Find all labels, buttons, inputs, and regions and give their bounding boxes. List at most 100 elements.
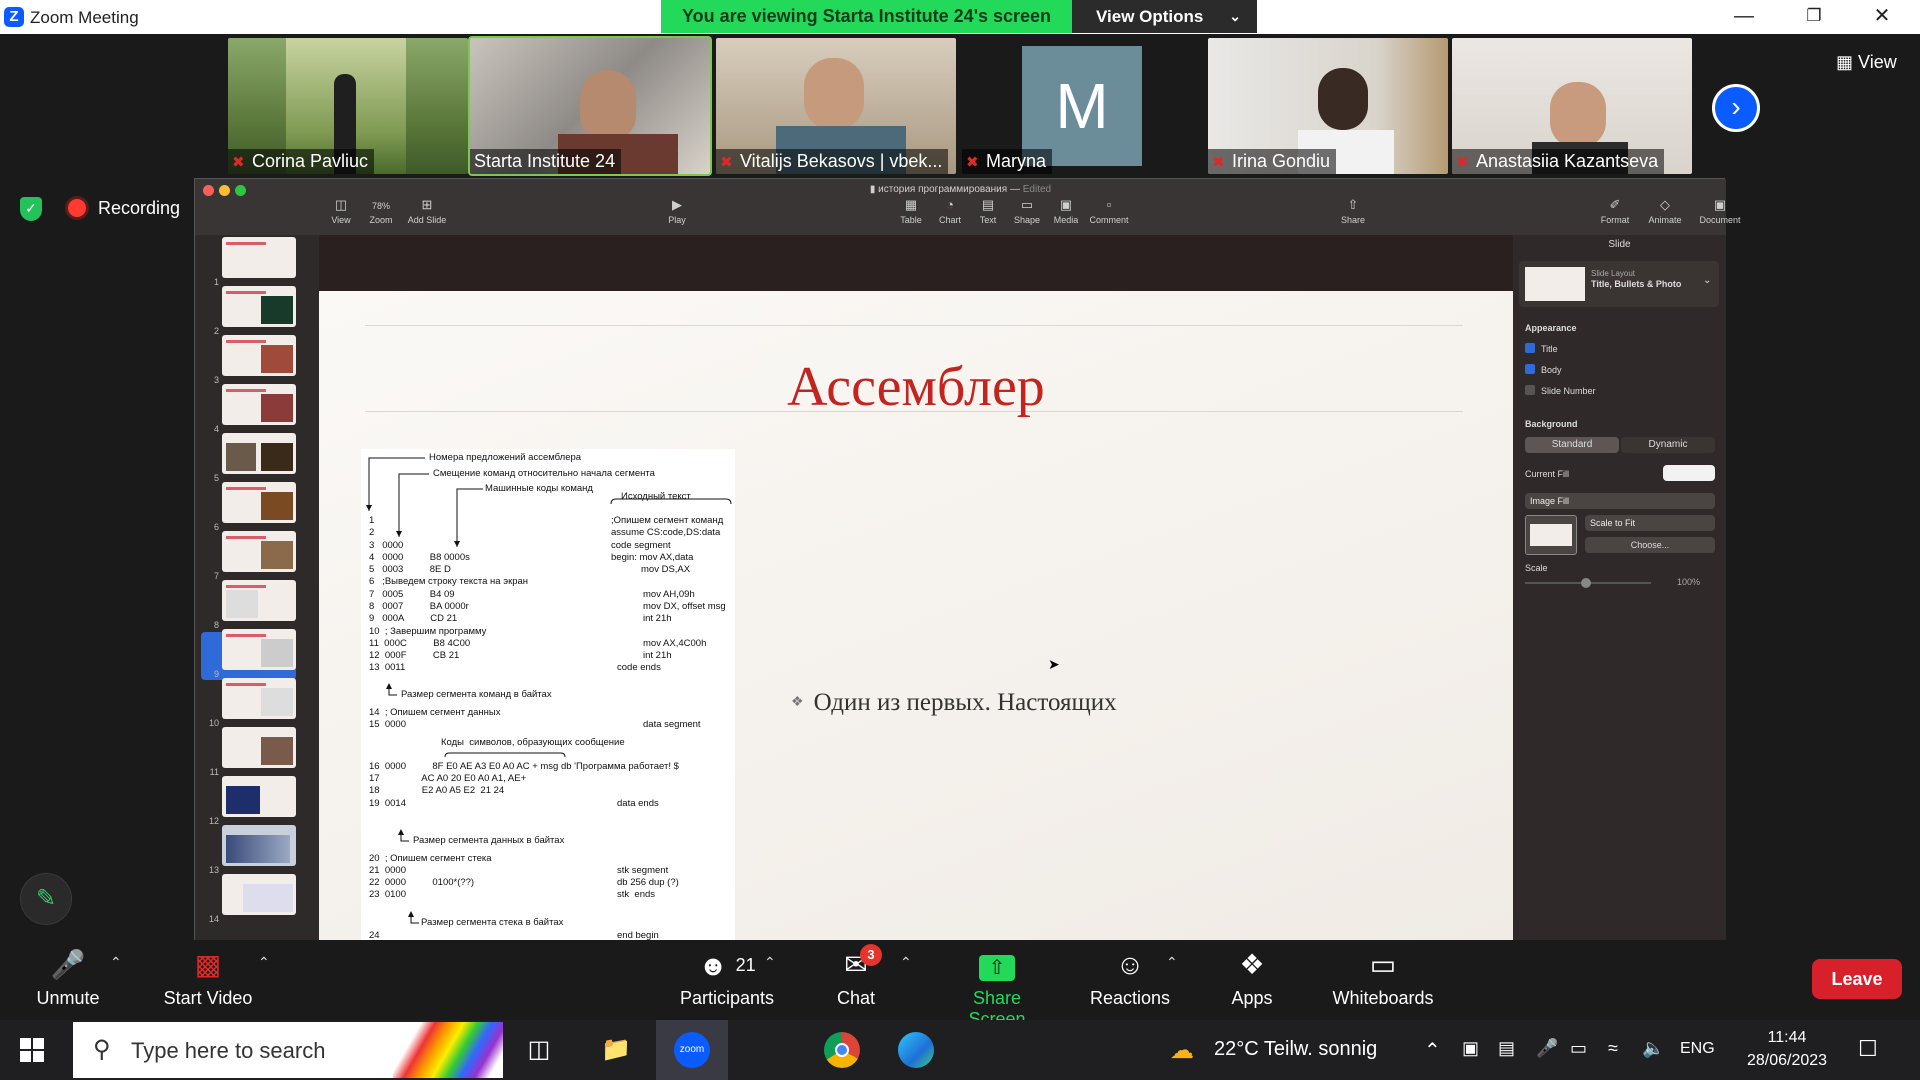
add-slide-tool: ⊞ Add Slide xyxy=(407,197,447,225)
whiteboard-icon: ▭ xyxy=(1369,949,1397,980)
text-tool: ▤ Text xyxy=(968,197,1008,225)
play-icon: ▶ xyxy=(672,197,682,212)
edge-icon[interactable] xyxy=(898,1032,934,1068)
apps-button[interactable]: ❖ Apps xyxy=(1226,942,1278,1009)
chevron-up-icon[interactable]: ⌃ xyxy=(764,954,776,971)
meet-now-icon[interactable]: ▣ xyxy=(1462,1038,1479,1059)
zoom-taskbar-app[interactable]: zoom xyxy=(656,1020,728,1080)
add-slide-icon: ⊞ xyxy=(421,197,433,212)
recording-label[interactable]: Recording xyxy=(98,198,180,219)
participant-name: ✖ Irina Gondiu xyxy=(1208,149,1337,174)
participant-tile[interactable]: ✖ Corina Pavliuc xyxy=(228,38,468,174)
chevron-up-icon[interactable]: ⌃ xyxy=(1166,954,1178,971)
encryption-shield-icon[interactable]: ✓ xyxy=(20,197,42,221)
restore-icon[interactable]: ❐ xyxy=(1784,0,1844,34)
share-tool: ⇧ Share xyxy=(1333,197,1373,225)
slide-thumbnail xyxy=(222,482,296,523)
muted-mic-icon: ✖ xyxy=(1456,154,1469,171)
bullet-diamond-icon: ❖ xyxy=(791,695,804,710)
muted-mic-icon: ✖ xyxy=(966,154,979,171)
participants-button[interactable]: ☻ 21 Participants xyxy=(672,942,782,1009)
battery-icon[interactable]: ▭ xyxy=(1570,1038,1587,1059)
slide-thumbnail xyxy=(222,874,296,915)
share-screen-button[interactable]: ⇧ Share Screen xyxy=(942,942,1052,1030)
minimize-icon[interactable]: — xyxy=(1714,0,1774,34)
annotate-pencil-icon[interactable]: ✎ xyxy=(20,873,72,925)
slide-thumbnail xyxy=(222,776,296,817)
zoom-app-icon: zoom xyxy=(674,1032,710,1068)
inspector-header: Slide xyxy=(1608,239,1631,250)
slide-thumbnail-selected xyxy=(222,580,296,621)
media-tool: ▣ Media xyxy=(1046,197,1086,225)
chevron-up-icon[interactable]: ⌃ xyxy=(110,954,122,971)
wifi-icon[interactable]: ≈ xyxy=(1608,1038,1618,1059)
zoom-logo-icon: Z xyxy=(4,7,24,27)
slide-thumbnail xyxy=(222,433,296,474)
slide-number: 3 xyxy=(213,375,219,385)
video-off-icon: ▩ xyxy=(194,949,222,980)
language-indicator[interactable]: ENG xyxy=(1680,1040,1715,1058)
slide-thumbnail xyxy=(222,286,296,327)
slide-number: 8 xyxy=(213,620,219,630)
participants-icon: ☻ xyxy=(698,950,728,981)
taskbar-search-input[interactable]: ⚲ Type here to search xyxy=(73,1022,503,1078)
notifications-icon[interactable]: ☐ xyxy=(1858,1036,1878,1062)
slide-number: 9 xyxy=(213,669,219,679)
inspector-panel: Slide Slide Layout Title, Bullets & Phot… xyxy=(1513,235,1726,941)
play-tool: ▶ Play xyxy=(657,197,697,225)
slide-thumbnail xyxy=(222,335,296,376)
file-explorer-icon[interactable]: 📁 xyxy=(591,1030,641,1070)
share-banner: You are viewing Starta Institute 24's sc… xyxy=(661,0,1072,33)
chart-tool: ◔ Chart xyxy=(930,197,970,225)
slide-number: 5 xyxy=(213,473,219,483)
unmute-button[interactable]: 🎤 Unmute xyxy=(28,942,108,1009)
format-tool: ✐ Format xyxy=(1595,197,1635,225)
clock[interactable]: 11:44 28/06/2023 xyxy=(1742,1026,1832,1072)
tray-app-icon[interactable]: ▤ xyxy=(1498,1038,1515,1059)
slide-number: 1 xyxy=(213,277,219,287)
close-icon[interactable]: ✕ xyxy=(1852,0,1912,34)
chevron-up-icon[interactable]: ⌃ xyxy=(258,954,270,971)
text-icon: ▤ xyxy=(981,197,995,212)
start-video-button[interactable]: ▩ Start Video xyxy=(158,942,258,1009)
slide-thumbnail xyxy=(222,727,296,768)
leave-button[interactable]: Leave xyxy=(1812,959,1902,999)
search-icon: ⚲ xyxy=(93,1036,111,1063)
next-page-arrow-icon[interactable]: › xyxy=(1712,84,1760,132)
volume-icon[interactable]: 🔈 xyxy=(1642,1038,1664,1059)
microphone-icon[interactable]: 🎤 xyxy=(1536,1038,1558,1059)
slide-thumbnail xyxy=(222,678,296,719)
participant-tile[interactable]: M ✖ Maryna xyxy=(962,38,1202,174)
view-options-button[interactable]: View Options ⌄ xyxy=(1072,0,1257,33)
windows-start-icon[interactable] xyxy=(20,1038,44,1062)
image-fill-preview xyxy=(1525,515,1577,555)
table-icon: ▦ xyxy=(904,197,918,212)
participant-tile[interactable]: ✖ Anastasiia Kazantseva xyxy=(1452,38,1692,174)
slide-thumbnail xyxy=(222,825,296,866)
document-title: ▮ история программирования — Edited xyxy=(869,184,1052,195)
participant-name: ✖ Vitalijs Bekasovs | vbek... xyxy=(716,149,949,174)
tray-chevron-up-icon[interactable]: ⌃ xyxy=(1424,1038,1441,1063)
slide-thumbnail xyxy=(222,629,296,670)
keynote-toolbar: ▮ история программирования — Edited ◫ Vie… xyxy=(195,179,1741,235)
chevron-up-icon[interactable]: ⌃ xyxy=(900,954,912,971)
slide-number: 4 xyxy=(213,424,219,434)
whiteboards-button[interactable]: ▭ Whiteboards xyxy=(1330,942,1436,1009)
slide-navigator: 1 2 3 4 5 6 7 8 9 10 11 12 13 14 xyxy=(195,235,319,941)
sidebar-icon: ◫ xyxy=(334,197,348,212)
participant-tile-active-speaker[interactable]: Starta Institute 24 xyxy=(468,36,712,176)
weather-label[interactable]: 22°C Teilw. sonnig xyxy=(1214,1038,1377,1061)
chrome-icon[interactable] xyxy=(824,1032,860,1068)
slide-number: 10 xyxy=(208,718,219,728)
recording-icon xyxy=(68,199,86,217)
view-button[interactable]: ▦ View xyxy=(1836,52,1897,73)
chevron-down-icon: ⌄ xyxy=(1229,8,1241,24)
table-tool: ▦ Table xyxy=(891,197,931,225)
view-options-label: View Options xyxy=(1096,7,1204,26)
participant-tile[interactable]: ✖ Vitalijs Bekasovs | vbek... xyxy=(716,38,956,174)
document-icon: ▣ xyxy=(1713,197,1727,212)
reactions-button[interactable]: ☺ Reactions xyxy=(1090,942,1170,1009)
task-view-icon[interactable]: ◫ xyxy=(514,1030,564,1070)
participant-tile[interactable]: ✖ Irina Gondiu xyxy=(1208,38,1448,174)
checkbox-unchecked-icon xyxy=(1525,385,1535,395)
